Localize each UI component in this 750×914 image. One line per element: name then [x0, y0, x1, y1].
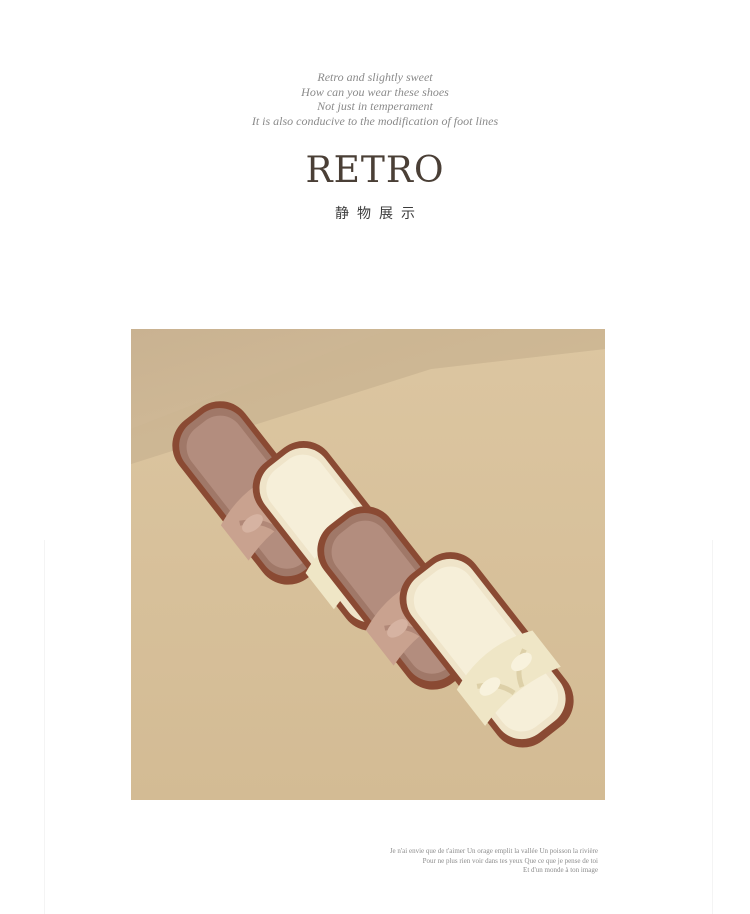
caption-line: Et d'un monde à ton image — [523, 866, 598, 874]
intro-text: Retro and slightly sweet How can you wea… — [0, 70, 750, 128]
intro-line: How can you wear these shoes — [301, 84, 449, 99]
left-divider — [44, 540, 45, 914]
intro-line: Retro and slightly sweet — [317, 70, 433, 84]
intro-line: Not just in temperament — [317, 99, 433, 113]
product-photo — [131, 329, 605, 800]
right-divider — [712, 540, 713, 914]
product-detail-page: Retro and slightly sweet How can you wea… — [0, 0, 750, 914]
footer-caption: Je n'ai envie que de t'aimer Un orage em… — [298, 847, 598, 876]
section-title: RETRO — [305, 150, 445, 191]
intro-line: It is also conducive to the modification… — [251, 113, 499, 128]
caption-line: Pour ne plus rien voir dans tes yeux Que… — [422, 856, 598, 865]
section-subtitle: 静物展示 — [335, 206, 423, 222]
caption-line: Je n'ai envie que de t'aimer Un orage em… — [389, 847, 598, 855]
